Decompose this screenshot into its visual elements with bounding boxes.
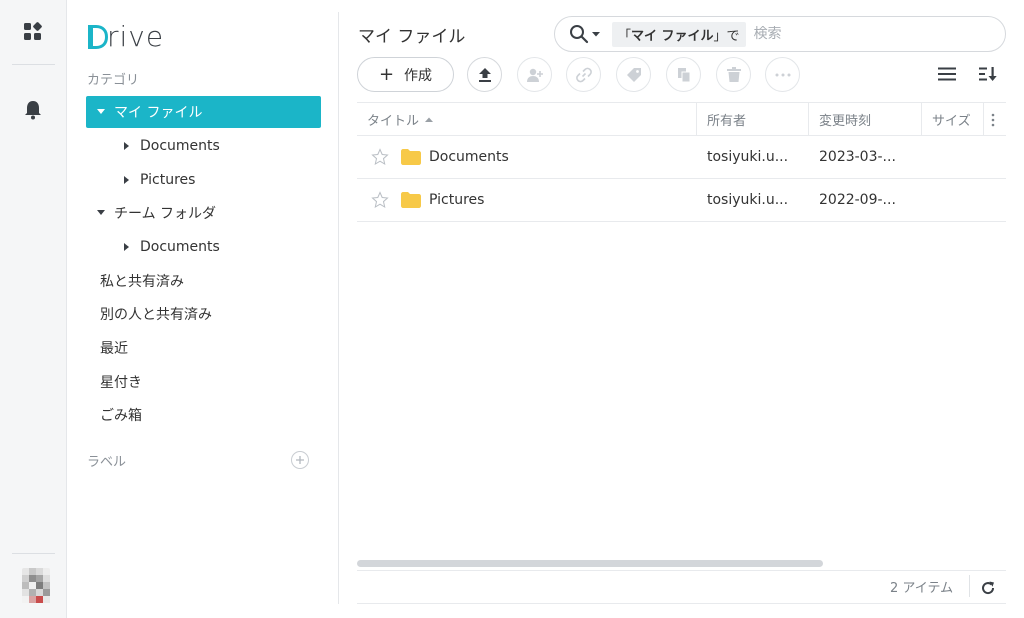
copy-button[interactable]	[666, 57, 701, 92]
search-scope-dropdown[interactable]	[569, 24, 600, 44]
plus-icon: +	[378, 64, 395, 85]
caret-right-icon[interactable]	[122, 175, 132, 185]
column-title[interactable]: タイトル	[357, 103, 697, 136]
sidebar-item-trash[interactable]: ごみ箱	[86, 399, 321, 431]
sidebar-item-team-documents[interactable]: Documents	[86, 231, 321, 263]
column-size[interactable]: サイズ	[922, 103, 984, 136]
refresh-button[interactable]	[978, 578, 998, 598]
sidebar-item-label: 最近	[100, 341, 128, 357]
caret-down-icon[interactable]	[96, 208, 106, 218]
sidebar-item-shared-with-me[interactable]: 私と共有済み	[86, 265, 321, 297]
file-owner: tosiyuki.u...	[707, 149, 789, 165]
sidebar-item-my-pictures[interactable]: Pictures	[86, 164, 321, 196]
star-icon[interactable]	[371, 148, 389, 166]
refresh-icon	[982, 581, 995, 595]
upload-icon	[478, 67, 491, 82]
search-input[interactable]	[753, 26, 1005, 42]
logo-text: rive	[107, 19, 165, 53]
more-button[interactable]	[765, 57, 800, 92]
avatar[interactable]	[22, 568, 50, 606]
sidebar-item-my-files[interactable]: マイ ファイル	[86, 96, 321, 128]
file-modified: 2023-03-...	[819, 149, 896, 165]
more-vertical-icon	[991, 113, 995, 126]
app-rail	[0, 0, 67, 618]
sidebar-item-label: 私と共有済み	[100, 274, 184, 290]
logo-mask	[87, 22, 109, 52]
column-owner[interactable]: 所有者	[697, 103, 809, 136]
add-label-button[interactable]	[291, 451, 309, 469]
sidebar-item-label: マイ ファイル	[114, 105, 203, 121]
upload-button[interactable]	[467, 57, 502, 92]
caret-right-icon[interactable]	[122, 242, 132, 252]
horizontal-scrollbar[interactable]	[357, 560, 823, 567]
sort-descending-icon	[979, 67, 997, 81]
column-options-button[interactable]	[984, 103, 1006, 136]
folder-icon	[401, 149, 421, 165]
sidebar-item-recent[interactable]: 最近	[86, 332, 321, 364]
list-view-icon	[938, 67, 956, 81]
sidebar-item-label: Pictures	[140, 172, 196, 188]
column-modified[interactable]: 変更時刻	[809, 103, 922, 136]
chevron-down-icon	[592, 31, 600, 36]
sidebar-item-my-documents[interactable]: Documents	[86, 130, 321, 162]
search-icon	[570, 25, 589, 44]
rail-divider-bottom	[12, 553, 55, 554]
rail-divider	[12, 64, 55, 65]
apps-grid-icon[interactable]	[21, 20, 45, 44]
file-title[interactable]: Pictures	[429, 179, 689, 221]
footer-separator	[969, 575, 970, 597]
table-row[interactable]: Pictures tosiyuki.u... 2022-09-...	[357, 179, 1006, 222]
bottom-divider	[357, 603, 1006, 604]
delete-button[interactable]	[716, 57, 751, 92]
table-row[interactable]: Documents tosiyuki.u... 2023-03-...	[357, 136, 1006, 179]
table-header: タイトル 所有者 変更時刻 サイズ	[357, 102, 1006, 136]
tag-icon	[626, 67, 641, 82]
share-user-button[interactable]	[517, 57, 552, 92]
sidebar-item-label: 星付き	[100, 375, 142, 391]
star-icon[interactable]	[371, 191, 389, 209]
sidebar-item-label: ごみ箱	[100, 408, 142, 424]
tag-button[interactable]	[616, 57, 651, 92]
caret-right-icon[interactable]	[122, 141, 132, 151]
sidebar-item-label: チーム フォルダ	[114, 206, 217, 222]
file-title[interactable]: Documents	[429, 136, 689, 178]
file-modified: 2022-09-...	[819, 192, 896, 208]
category-label: カテゴリ	[87, 73, 140, 88]
trash-icon	[726, 66, 741, 82]
link-icon	[575, 67, 592, 82]
sort-button[interactable]	[976, 62, 1000, 86]
link-button[interactable]	[566, 57, 601, 92]
file-owner: tosiyuki.u...	[707, 192, 789, 208]
folder-icon	[401, 192, 421, 208]
sidebar-item-label: Documents	[140, 138, 220, 154]
caret-down-icon[interactable]	[96, 107, 106, 117]
bell-icon[interactable]	[21, 98, 45, 122]
sidebar-item-label: Documents	[140, 239, 220, 255]
sidebar-item-label: 別の人と共有済み	[100, 307, 212, 323]
create-button[interactable]: + 作成	[357, 57, 454, 92]
sidebar-divider	[338, 12, 339, 604]
labels-label: ラベル	[87, 455, 127, 470]
sidebar-item-starred[interactable]: 星付き	[86, 366, 321, 398]
more-horizontal-icon	[775, 73, 790, 76]
list-view-button[interactable]	[935, 62, 959, 86]
footer-divider	[357, 570, 1006, 571]
search-scope-chip: 「マイ ファイル」で	[612, 21, 746, 47]
sort-asc-icon	[425, 117, 434, 122]
sidebar-item-team-folder[interactable]: チーム フォルダ	[86, 197, 321, 229]
search-bar[interactable]: 「マイ ファイル」で	[554, 16, 1006, 52]
sidebar-item-shared-by-others[interactable]: 別の人と共有済み	[86, 298, 321, 330]
add-user-icon	[526, 68, 543, 82]
page-title: マイ ファイル	[358, 27, 466, 47]
copy-icon	[677, 67, 690, 82]
item-count: 2 アイテム	[890, 581, 954, 596]
